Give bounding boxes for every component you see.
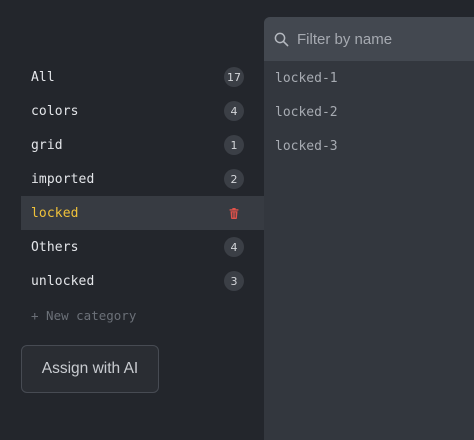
new-category-button[interactable]: + New category xyxy=(21,298,264,332)
category-item-imported[interactable]: imported 2 xyxy=(21,162,264,196)
filter-input[interactable] xyxy=(297,30,457,48)
category-item-unlocked[interactable]: unlocked 3 xyxy=(21,264,264,298)
category-label: imported xyxy=(31,171,95,187)
item-list: locked-1 locked-2 locked-3 xyxy=(264,61,474,163)
items-panel: locked-1 locked-2 locked-3 xyxy=(264,17,474,440)
category-list: All 17 colors 4 grid 1 imported 2 locked xyxy=(21,60,264,332)
category-label: Others xyxy=(31,239,79,255)
category-item-others[interactable]: Others 4 xyxy=(21,230,264,264)
category-sidebar: All 17 colors 4 grid 1 imported 2 locked xyxy=(0,0,264,440)
count-badge: 17 xyxy=(224,67,244,87)
search-icon xyxy=(274,32,289,47)
assign-with-ai-button[interactable]: Assign with AI xyxy=(21,345,159,393)
category-label: unlocked xyxy=(31,273,95,289)
count-badge: 4 xyxy=(224,101,244,121)
trash-icon-glyph xyxy=(229,207,239,219)
category-item-colors[interactable]: colors 4 xyxy=(21,94,264,128)
list-item[interactable]: locked-3 xyxy=(264,129,474,163)
category-item-all[interactable]: All 17 xyxy=(21,60,264,94)
list-item[interactable]: locked-1 xyxy=(264,61,474,95)
category-item-grid[interactable]: grid 1 xyxy=(21,128,264,162)
count-badge: 4 xyxy=(224,237,244,257)
category-item-locked[interactable]: locked xyxy=(21,196,264,230)
category-label: colors xyxy=(31,103,79,119)
search-icon-glyph xyxy=(274,32,289,46)
category-label: grid xyxy=(31,137,63,153)
category-label: locked xyxy=(31,205,79,221)
app-root: All 17 colors 4 grid 1 imported 2 locked xyxy=(0,0,474,440)
trash-icon[interactable] xyxy=(224,203,244,223)
count-badge: 2 xyxy=(224,169,244,189)
list-item[interactable]: locked-2 xyxy=(264,95,474,129)
count-badge: 3 xyxy=(224,271,244,291)
count-badge: 1 xyxy=(224,135,244,155)
filter-bar xyxy=(264,17,474,61)
category-label: All xyxy=(31,69,55,85)
